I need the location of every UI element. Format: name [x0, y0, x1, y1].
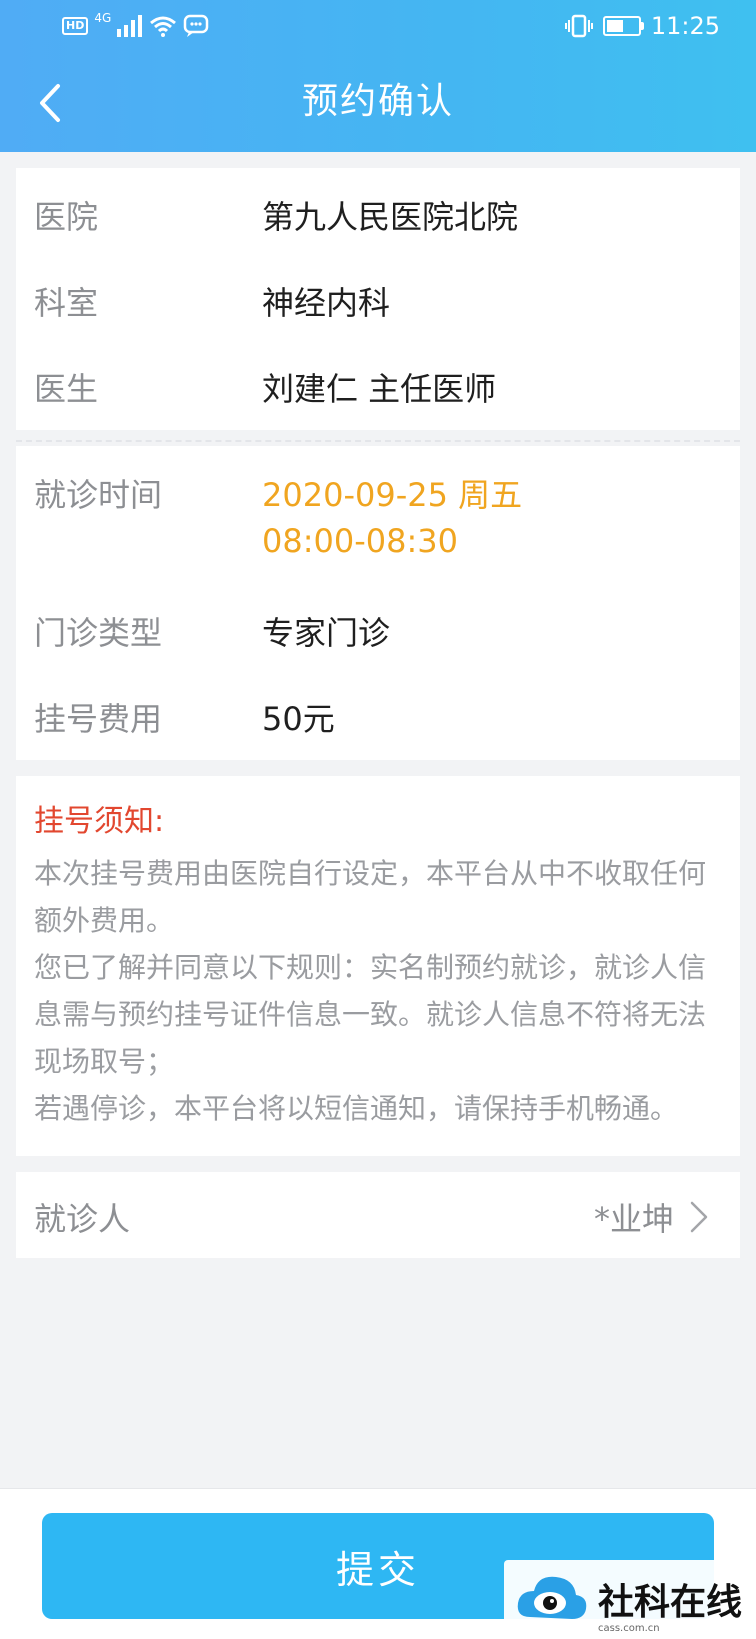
notice-body: 本次挂号费用由医院自行设定，本平台从中不收取任何额外费用。 您已了解并同意以下规…	[34, 850, 724, 1132]
visit-info-card: 就诊时间 2020-09-25 周五 08:00-08:30 门诊类型 专家门诊…	[16, 446, 740, 760]
status-bar: HD 4G 11:25	[0, 0, 756, 56]
status-time: 11:25	[650, 12, 720, 40]
department-row: 科室 神经内科	[34, 278, 390, 324]
watermark-subtext: cass.com.cn	[598, 1623, 660, 1634]
hospital-value: 第九人民医院北院	[262, 198, 519, 236]
department-label: 科室	[34, 284, 99, 322]
patient-label: 就诊人	[34, 1200, 131, 1238]
chat-icon	[184, 14, 209, 37]
app-header: HD 4G 11:25 预约确认	[0, 0, 756, 152]
watermark-logo: 社科在线 cass.com.cn	[504, 1560, 748, 1638]
chevron-right-icon	[690, 1201, 708, 1233]
battery-icon	[602, 16, 644, 36]
dashed-divider	[16, 440, 740, 442]
patient-selector[interactable]: 就诊人 *业坤	[16, 1172, 740, 1258]
doctor-value: 刘建仁 主任医师	[262, 370, 497, 408]
visit-time-row: 就诊时间 2020-09-25 周五 08:00-08:30	[34, 470, 522, 560]
fee-label: 挂号费用	[34, 700, 163, 738]
wifi-icon	[150, 16, 177, 37]
hd-badge: HD	[62, 17, 89, 35]
vibrate-icon	[564, 14, 593, 38]
signal-icon	[117, 15, 143, 37]
watermark-text: 社科在线	[598, 1582, 743, 1623]
notice-paragraph: 本次挂号费用由医院自行设定，本平台从中不收取任何额外费用。	[34, 857, 707, 937]
page-title: 预约确认	[301, 81, 454, 122]
notice-paragraph: 若遇停诊，本平台将以短信通知，请保持手机畅通。	[34, 1092, 679, 1125]
department-value: 神经内科	[262, 284, 391, 322]
visit-slot-value: 08:00-08:30	[262, 522, 458, 560]
visit-date-value: 2020-09-25 周五	[262, 476, 523, 514]
notice-card: 挂号须知: 本次挂号费用由医院自行设定，本平台从中不收取任何额外费用。 您已了解…	[16, 776, 740, 1156]
cloud-eye-logo-icon	[517, 1576, 587, 1619]
hospital-label: 医院	[34, 198, 99, 236]
hospital-row: 医院 第九人民医院北院	[34, 192, 518, 238]
patient-value: *业坤	[593, 1200, 674, 1238]
status-right: 11:25	[564, 12, 720, 40]
notice-paragraph: 您已了解并同意以下规则：实名制预约就诊，就诊人信息需与预约挂号证件信息一致。就诊…	[34, 951, 707, 1078]
clinic-type-row: 门诊类型 专家门诊	[34, 608, 390, 654]
appointment-info-card: 医院 第九人民医院北院 科室 神经内科 医生 刘建仁 主任医师	[16, 168, 740, 430]
doctor-row: 医生 刘建仁 主任医师	[34, 364, 496, 410]
doctor-label: 医生	[34, 370, 99, 408]
status-left: HD 4G	[62, 11, 209, 38]
fee-row: 挂号费用 50元	[34, 694, 335, 740]
visit-time-label: 就诊时间	[34, 476, 163, 514]
clinic-type-label: 门诊类型	[34, 614, 163, 652]
notice-title: 挂号须知:	[34, 804, 165, 839]
clinic-type-value: 专家门诊	[262, 614, 391, 652]
fee-value: 50元	[262, 700, 335, 738]
network-label: 4G	[94, 11, 112, 25]
